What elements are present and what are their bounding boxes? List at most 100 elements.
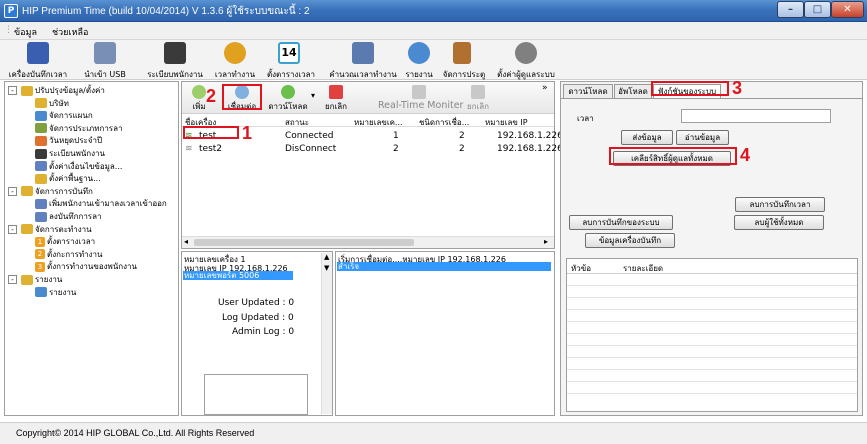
window-title: HIP Premium Time (build 10/04/2014) V 1.…	[22, 6, 310, 17]
toolbar-admin-button[interactable]: ตั้งค่าผู้ดูแลระบบ	[492, 40, 560, 80]
tree-item[interactable]: จัดการประเภทการลา	[35, 123, 123, 135]
tree-item[interactable]: เพิ่มพนักงานเข้ามาลงเวลาเข้าออก	[35, 198, 167, 210]
time-input[interactable]	[681, 109, 831, 123]
horizontal-scrollbar[interactable]: ◂ ▸	[182, 236, 554, 248]
toolbar-label: ระเบียบพนักงาน	[147, 70, 203, 79]
tree-item[interactable]: ตั้งค่าเงื่อนไขข้อมูล...	[35, 161, 122, 173]
toolbar-work-time-button[interactable]: เวลาทำงาน	[207, 40, 263, 80]
cancel-icon	[329, 85, 343, 99]
device-status: DisConnect	[285, 144, 337, 154]
tree-item[interactable]: 1 ตั้งตารางเวลา	[35, 236, 95, 248]
delete-time-records-button[interactable]: ลบการบันทึกเวลา	[735, 197, 825, 212]
vertical-scrollbar[interactable]: ▲ ▼	[321, 253, 332, 414]
alarm-clock-icon	[224, 42, 246, 64]
tree-group[interactable]: - จัดการการบันทึก	[8, 186, 93, 198]
col-status[interactable]: สถานะ	[285, 116, 309, 129]
download-button[interactable]: ดาวน์โหลด	[265, 83, 311, 113]
toolbar-label: เครื่องบันทึกเวลา	[8, 70, 68, 79]
maximize-icon: □	[812, 4, 823, 15]
tree-label: ลงบันทึกการลา	[49, 212, 102, 221]
detail-list: หัวข้อ รายละเอียด	[566, 258, 858, 412]
toolbar-usb-import-button[interactable]: นำเข้า USB	[74, 40, 136, 80]
item-icon	[35, 98, 47, 109]
collapse-icon[interactable]: -	[8, 86, 17, 95]
device-info-button[interactable]: ข้อมูลเครื่องบันทึก	[585, 233, 675, 248]
scroll-left-icon[interactable]: ◂	[184, 237, 188, 246]
employees-icon	[164, 42, 186, 64]
maximize-button[interactable]: □	[804, 1, 831, 18]
annotation-number-2: 2	[206, 86, 217, 106]
tree-item[interactable]: ระเบียนพนักงาน	[35, 148, 105, 160]
read-data-button[interactable]: อ่านข้อมูล	[676, 130, 729, 145]
toolbar-door-button[interactable]: จัดการประตู	[438, 40, 490, 80]
device-ip: 192.168.1.226	[497, 144, 563, 154]
scroll-right-icon[interactable]: ▸	[544, 237, 548, 246]
cancel-button[interactable]: ยกเลิก	[319, 83, 353, 113]
port-info[interactable]: หมายเลขพอร์ต 5006	[183, 271, 293, 280]
tree-item[interactable]: บริษัท	[35, 98, 69, 110]
log-line-selected[interactable]: สำเร็จ	[337, 262, 551, 271]
list-row-line	[567, 309, 857, 310]
delete-system-records-button[interactable]: ลบการบันทึกของระบบ	[569, 215, 673, 230]
add-icon	[192, 85, 206, 99]
tab-download[interactable]: ดาวน์โหลด	[563, 84, 613, 98]
menu-data[interactable]: ข้อมูล	[14, 25, 37, 39]
calendar-icon: 14	[278, 42, 300, 64]
tree-item[interactable]: จัดการแผนก	[35, 110, 93, 122]
tree-item[interactable]: 3 ตั้งการทำงานของพนักงาน	[35, 261, 137, 273]
tab-upload[interactable]: อัพโหลด	[614, 84, 652, 98]
cancel-icon	[471, 85, 485, 99]
tree-label: รายงาน	[35, 275, 63, 284]
delete-all-users-button[interactable]: ลบผู้ใช้ทั้งหมด	[734, 215, 824, 230]
tree-label: ตั้งตารางเวลา	[47, 237, 96, 247]
admin-settings-icon	[515, 42, 537, 64]
item-icon	[35, 123, 47, 134]
tree-item[interactable]: รายงาน	[35, 287, 76, 299]
close-button[interactable]: ✕	[831, 1, 864, 18]
navigation-tree: - ปรับปรุงข้อมูล/ตั้งค่า บริษัท จัดการแผนกจ…	[4, 81, 179, 416]
table-row[interactable]: ≋ test2 DisConnect 2 2 192.168.1.226	[182, 143, 563, 154]
tree-item[interactable]: ลงบันทึกการลา	[35, 211, 102, 223]
minimize-button[interactable]: –	[777, 1, 804, 18]
collapse-icon[interactable]: -	[8, 275, 17, 284]
minimize-icon: –	[788, 4, 793, 15]
scroll-up-icon[interactable]: ▲	[324, 253, 329, 261]
col-connection-type[interactable]: ชนิดการเชื่อ...	[419, 116, 469, 129]
list-header-line	[567, 273, 857, 274]
tree-group[interactable]: - จัดการตะทำงาน	[8, 224, 92, 236]
connection-log-panel: เริ่มการเชื่อมต่อ....หมายเลข IP 192.168.…	[335, 251, 555, 416]
toolbar-calculate-button[interactable]: คำนวณเวลาทำงาน	[327, 40, 399, 80]
toolbar-time-device-button[interactable]: เครื่องบันทึกเวลา	[2, 40, 74, 80]
download-dropdown-icon[interactable]: ▾	[311, 91, 315, 100]
tree-group[interactable]: - ปรับปรุงข้อมูล/ตั้งค่า	[8, 85, 105, 97]
tree-item[interactable]: 2 ตั้งกะการทำงาน	[35, 249, 103, 261]
connection-type: 2	[459, 131, 465, 141]
tree-item[interactable]: ตั้งค่าพื้นฐาน...	[35, 173, 101, 185]
scroll-thumb[interactable]	[194, 239, 414, 246]
toolbar-label: คำนวณเวลาทำงาน	[329, 70, 397, 79]
more-chevron-icon[interactable]: »	[542, 83, 548, 93]
collapse-icon[interactable]: -	[8, 224, 17, 234]
toolbar-report-button[interactable]: รายงาน	[402, 40, 436, 80]
col-device-number[interactable]: หมายเลขเค...	[354, 116, 403, 129]
tab-divider	[561, 98, 862, 99]
tree-label: ตั้งกะการทำงาน	[47, 249, 103, 259]
scroll-down-icon[interactable]: ▼	[324, 264, 329, 272]
item-icon	[35, 148, 47, 159]
menu-help[interactable]: ช่วยเหลือ	[52, 25, 88, 39]
tree-label: ตั้งการทำงานของพนักงาน	[47, 262, 137, 272]
realtime-monitor-button[interactable]: Real-Time Moniter	[378, 83, 463, 113]
toolbar-schedule-button[interactable]: 14 ตั้งตารางเวลา	[263, 40, 319, 80]
realtime-cancel-button[interactable]: ยกเลิก	[463, 83, 493, 113]
collapse-icon[interactable]: -	[8, 186, 17, 196]
annotation-number-1: 1	[242, 123, 253, 143]
send-data-button[interactable]: ส่งข้อมูล	[621, 130, 673, 145]
tree-item[interactable]: วันหยุดประจำปี	[35, 135, 102, 147]
door-icon	[453, 42, 471, 64]
toolbar-label: รายงาน	[405, 70, 433, 79]
toolbar-employees-button[interactable]: ระเบียบพนักงาน	[144, 40, 206, 80]
col-ip-address[interactable]: หมายเลข IP	[485, 116, 528, 129]
item-icon	[35, 161, 47, 172]
list-row-line	[567, 285, 857, 286]
tree-group[interactable]: - รายงาน	[8, 274, 63, 286]
